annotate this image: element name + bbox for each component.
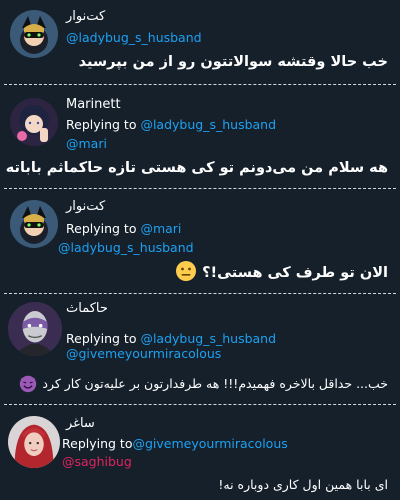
tweet-text-content: الان تو طرف کی هستی!؟ — [202, 265, 388, 281]
author-name[interactable]: حاکماث — [66, 301, 108, 316]
reply-prefix: Replying to — [62, 436, 133, 451]
reply-context: Replying to @ladybug_s_husband — [66, 331, 276, 346]
tweet-3[interactable]: کت‌نوار Replying to @mari @ladybug_s_hus… — [0, 190, 400, 290]
reply-context: Replying to @ladybug_s_husband — [66, 117, 276, 132]
divider — [4, 188, 396, 189]
tweet-text-content: خب... حداقل بالاخره فهمیدم!!! هه طرفدارت… — [42, 376, 388, 391]
handle-text[interactable]: @ladybug_s_husband — [66, 30, 202, 45]
divider — [4, 293, 396, 294]
tweet-thread: کت‌نوار @ladybug_s_husband خب حالا وقتشه… — [0, 0, 400, 500]
reply-prefix: Replying to — [66, 221, 141, 236]
reply-context: Replying to@givemeyourmiracolous — [62, 436, 288, 451]
author-name[interactable]: Marinett — [66, 97, 121, 112]
reply-mention[interactable]: @mari — [140, 221, 181, 236]
reply-prefix: Replying to — [66, 117, 141, 132]
hawk-moth-avatar[interactable] — [8, 302, 62, 356]
reply-mention[interactable]: @ladybug_s_husband — [140, 331, 276, 346]
divider — [4, 404, 396, 405]
author-handle[interactable]: @givemeyourmiracolous — [66, 346, 221, 361]
tweet-2[interactable]: Marinett Replying to @ladybug_s_husband … — [0, 88, 400, 188]
handle-text[interactable]: @givemeyourmiracolous — [66, 346, 221, 361]
neutral-face-emoji — [175, 260, 197, 286]
tweet-text: ای بابا همین اول کاری دوباره نه! — [218, 477, 388, 492]
tweet-5[interactable]: ساغر Replying to@givemeyourmiracolous @s… — [0, 408, 400, 500]
tweet-text: الان تو طرف کی هستی!؟ — [10, 260, 388, 286]
author-name[interactable]: کت‌نوار — [66, 9, 105, 24]
handle-text[interactable]: @saghibug — [62, 454, 132, 469]
author-handle[interactable]: @saghibug — [62, 454, 132, 469]
tweet-text: خب... حداقل بالاخره فهمیدم!!! هه طرفدارت… — [10, 373, 388, 396]
tweet-text: هه سلام من می‌دونم تو کی هستی تازه حاکما… — [5, 160, 388, 176]
handle-text[interactable]: @mari — [66, 136, 107, 151]
tweet-text: خب حالا وقتشه سوالاتتون رو از من بپرسید — [78, 54, 388, 70]
divider — [4, 84, 396, 85]
red-hair-avatar[interactable] — [8, 416, 60, 468]
tweet-4[interactable]: حاکماث Replying to @ladybug_s_husband @g… — [0, 296, 400, 402]
reply-context: Replying to @mari — [66, 221, 181, 236]
reply-mention[interactable]: @givemeyourmiracolous — [132, 436, 287, 451]
author-handle[interactable]: @ladybug_s_husband — [58, 240, 194, 255]
handle-text[interactable]: @ladybug_s_husband — [58, 240, 194, 255]
reply-mention[interactable]: @ladybug_s_husband — [140, 117, 276, 132]
marinette-avatar[interactable] — [10, 98, 58, 146]
cat-noir-avatar[interactable] — [10, 200, 58, 248]
reply-prefix: Replying to — [66, 331, 141, 346]
author-name[interactable]: کت‌نوار — [66, 199, 105, 214]
smiling-devil-emoji — [18, 373, 38, 396]
tweet-1[interactable]: کت‌نوار @ladybug_s_husband خب حالا وقتشه… — [0, 0, 400, 84]
cat-noir-avatar[interactable] — [10, 10, 58, 58]
author-name[interactable]: ساغر — [66, 416, 95, 431]
author-handle[interactable]: @ladybug_s_husband — [66, 30, 202, 45]
author-handle[interactable]: @mari — [66, 136, 107, 151]
